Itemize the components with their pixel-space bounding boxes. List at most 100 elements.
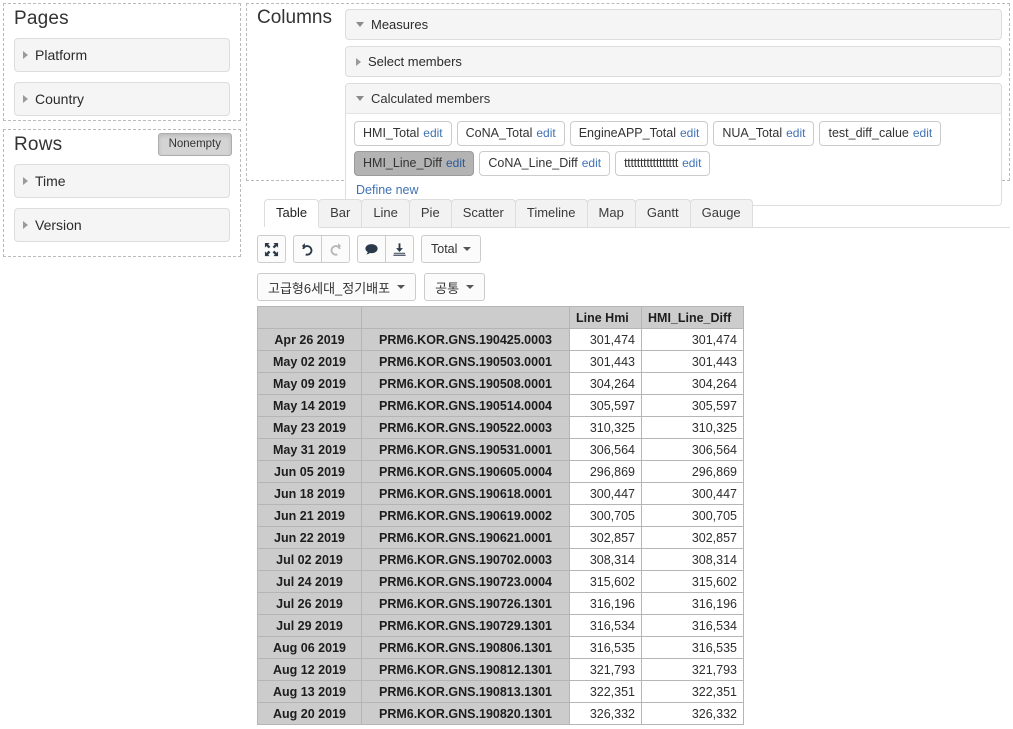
fullscreen-button[interactable] [257,235,286,263]
cell-line-hmi: 306,564 [569,438,642,461]
calculated-member-chip[interactable]: CoNA_Total edit [456,121,565,146]
row-header-date[interactable]: May 31 2019 [257,438,362,461]
chevron-down-icon [466,285,475,289]
redo-button[interactable] [321,235,350,263]
row-header-version[interactable]: PRM6.KOR.GNS.190723.0004 [361,570,570,593]
row-header-date[interactable]: Aug 20 2019 [257,702,362,725]
row-header-version[interactable]: PRM6.KOR.GNS.190425.0003 [361,328,570,351]
row-header-version[interactable]: PRM6.KOR.GNS.190618.0001 [361,482,570,505]
row-header-date[interactable]: May 02 2019 [257,350,362,373]
row-header-date[interactable]: Apr 26 2019 [257,328,362,351]
fullscreen-button-group [257,235,286,263]
row-header-version[interactable]: PRM6.KOR.GNS.190503.0001 [361,350,570,373]
calculated-member-edit-link[interactable]: edit [682,156,701,170]
row-header-date[interactable]: Jun 18 2019 [257,482,362,505]
table-row: Aug 20 2019 PRM6.KOR.GNS.190820.1301 326,3… [257,702,744,725]
row-header-version[interactable]: PRM6.KOR.GNS.190619.0002 [361,504,570,527]
calculated-member-edit-link[interactable]: edit [680,126,699,140]
calculated-member-edit-link[interactable]: edit [913,126,932,140]
tab-timeline[interactable]: Timeline [514,199,588,227]
cell-line-hmi: 305,597 [569,394,642,417]
tab-bar[interactable]: Bar [318,199,363,227]
row-header-date[interactable]: Jul 02 2019 [257,548,362,571]
table-row: Jul 24 2019 PRM6.KOR.GNS.190723.0004 315,6… [257,570,744,593]
calculated-member-chip[interactable]: NUA_Total edit [713,121,815,146]
row-header-version[interactable]: PRM6.KOR.GNS.190729.1301 [361,614,570,637]
table-row: Jun 22 2019 PRM6.KOR.GNS.190621.0001 302,8… [257,526,744,549]
cell-hmi-line-diff: 300,447 [641,482,744,505]
row-header-date[interactable]: May 23 2019 [257,416,362,439]
row-header-version[interactable]: PRM6.KOR.GNS.190508.0001 [361,372,570,395]
row-header-date[interactable]: Aug 06 2019 [257,636,362,659]
pages-hierarchy-country[interactable]: Country [14,82,230,116]
row-header-date[interactable]: Jul 26 2019 [257,592,362,615]
measures-section-header[interactable]: Measures [345,9,1002,40]
calculated-member-edit-link[interactable]: edit [536,126,555,140]
tab-pie[interactable]: Pie [408,199,452,227]
calculated-member-chip[interactable]: HMI_Total edit [354,121,452,146]
pages-drop-panel[interactable]: Pages Platform Country [3,3,241,121]
calculated-member-edit-link[interactable]: edit [446,156,465,170]
tab-scatter[interactable]: Scatter [450,199,516,227]
row-header-date[interactable]: Jul 24 2019 [257,570,362,593]
filter-dropdown-2[interactable]: 공통 [424,273,486,301]
row-header-version[interactable]: PRM6.KOR.GNS.190820.1301 [361,702,570,725]
cell-hmi-line-diff: 308,314 [641,548,744,571]
columns-drop-panel[interactable]: Columns Measures Select members Calculat… [246,3,1010,206]
row-header-date[interactable]: Jun 22 2019 [257,526,362,549]
row-header-version[interactable]: PRM6.KOR.GNS.190531.0001 [361,438,570,461]
row-header-version[interactable]: PRM6.KOR.GNS.190702.0003 [361,548,570,571]
row-header-date[interactable]: May 09 2019 [257,372,362,395]
tab-table[interactable]: Table [264,199,320,227]
row-header-version[interactable]: PRM6.KOR.GNS.190812.1301 [361,658,570,681]
export-button[interactable] [385,235,414,263]
comment-button[interactable] [357,235,386,263]
pages-title: Pages [14,8,69,29]
row-header-version[interactable]: PRM6.KOR.GNS.190621.0001 [361,526,570,549]
tab-gantt[interactable]: Gantt [634,199,691,227]
row-header-date[interactable]: Jun 21 2019 [257,504,362,527]
nonempty-toggle-button[interactable]: Nonempty [157,132,232,156]
row-header-version[interactable]: PRM6.KOR.GNS.190514.0004 [361,394,570,417]
select-members-section-header[interactable]: Select members [345,46,1002,77]
calculated-member-chip[interactable]: CoNA_Line_Diff edit [479,151,611,176]
row-header-version[interactable]: PRM6.KOR.GNS.190522.0003 [361,416,570,439]
row-header-version[interactable]: PRM6.KOR.GNS.190806.1301 [361,636,570,659]
table-row: May 14 2019 PRM6.KOR.GNS.190514.0004 305,5… [257,394,744,417]
row-header-date[interactable]: Aug 12 2019 [257,658,362,681]
row-header-version[interactable]: PRM6.KOR.GNS.190726.1301 [361,592,570,615]
undo-button[interactable] [293,235,322,263]
row-header-date[interactable]: Aug 13 2019 [257,680,362,703]
row-header-version[interactable]: PRM6.KOR.GNS.190605.0004 [361,460,570,483]
rows-hierarchy-label: Version [35,217,82,233]
total-dropdown-button[interactable]: Total [421,235,482,263]
tab-map[interactable]: Map [586,199,636,227]
calculated-member-edit-link[interactable]: edit [786,126,805,140]
calculated-member-chip[interactable]: EngineAPP_Total edit [569,121,709,146]
row-header-date[interactable]: Jul 29 2019 [257,614,362,637]
cell-hmi-line-diff: 301,474 [641,328,744,351]
column-header-hmi-line-diff[interactable]: HMI_Line_Diff [641,306,744,329]
calculated-member-chip[interactable]: test_diff_calue edit [819,121,942,146]
calculated-member-chip[interactable]: HMI_Line_Diff edit [354,151,475,176]
calculated-member-edit-link[interactable]: edit [582,156,601,170]
cell-hmi-line-diff: 300,705 [641,504,744,527]
calculated-members-section-header[interactable]: Calculated members [346,84,1001,114]
row-header-date[interactable]: May 14 2019 [257,394,362,417]
row-header-version[interactable]: PRM6.KOR.GNS.190813.1301 [361,680,570,703]
calculated-member-edit-link[interactable]: edit [423,126,442,140]
cell-line-hmi: 300,705 [569,504,642,527]
calculated-member-name: EngineAPP_Total [578,126,676,140]
tab-line[interactable]: Line [361,199,410,227]
filter-dropdown-1[interactable]: 고급형6세대_정기배포 [257,273,417,301]
cell-hmi-line-diff: 304,264 [641,372,744,395]
define-new-link[interactable]: Define new [356,183,419,197]
rows-hierarchy-time[interactable]: Time [14,164,230,198]
rows-drop-panel[interactable]: Rows Nonempty Time Version [3,129,241,257]
row-header-date[interactable]: Jun 05 2019 [257,460,362,483]
calculated-member-chip[interactable]: ttttttttttttttttt edit [615,151,711,176]
column-header-line-hmi[interactable]: Line Hmi [569,306,642,329]
pages-hierarchy-platform[interactable]: Platform [14,38,230,72]
tab-gauge[interactable]: Gauge [689,199,753,227]
rows-hierarchy-version[interactable]: Version [14,208,230,242]
